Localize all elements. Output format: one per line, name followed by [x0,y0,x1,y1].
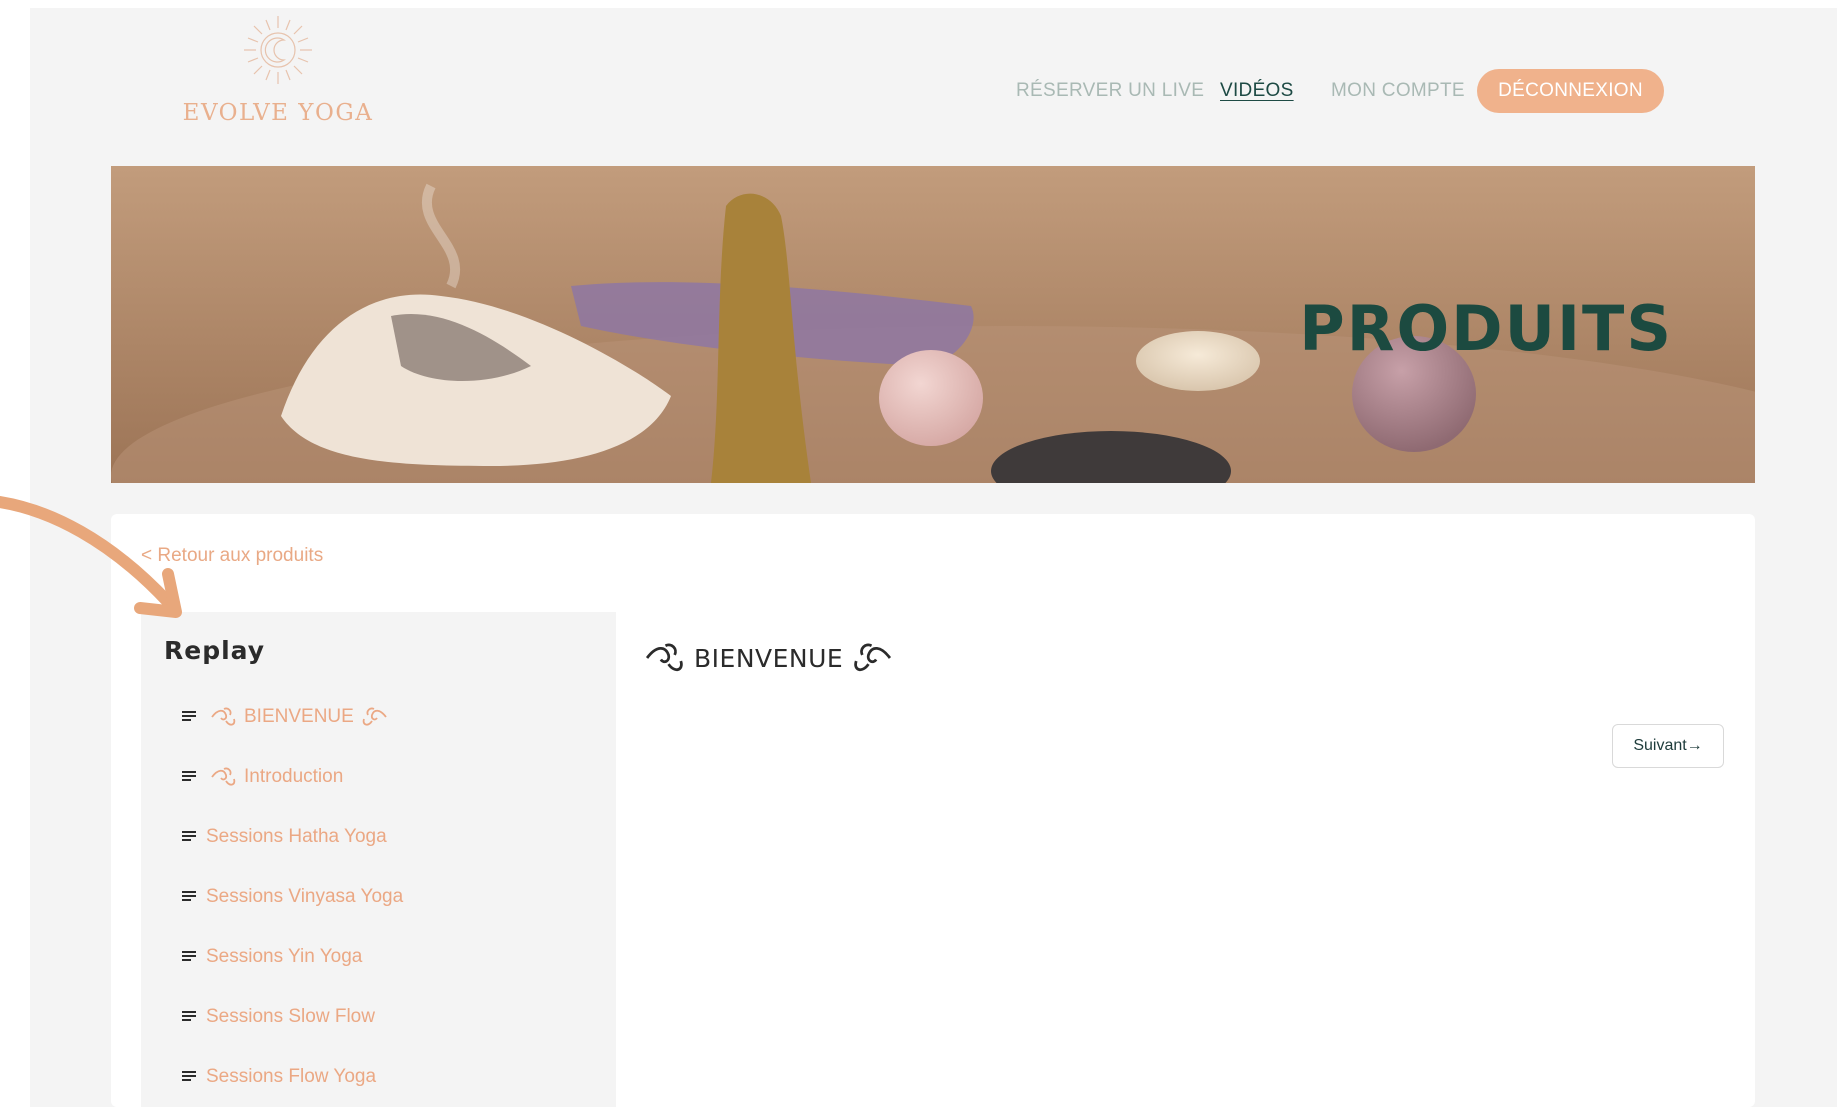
sidebar-item-label: Sessions Flow Yoga [206,1066,377,1087]
swirl-icon [854,643,892,672]
lesson-lines-icon [182,1011,196,1021]
sidebar-item-label: Sessions Hatha Yoga [206,826,387,847]
logout-button[interactable]: DÉCONNEXION [1477,69,1664,113]
lesson-heading-text: BIENVENUE [694,643,844,673]
lesson-lines-icon [182,711,196,721]
nav-reserver-live[interactable]: RÉSERVER UN LIVE [1016,80,1204,102]
next-button[interactable]: Suivant→ [1612,724,1724,768]
hero-banner: PRODUITS [111,166,1755,483]
swirl-icon [645,643,683,672]
moon-sun-icon [244,16,312,84]
sidebar-item-label: Introduction [244,766,344,787]
sidebar-title: Replay [164,636,266,665]
sidebar-item-label: Sessions Slow Flow [206,1006,375,1027]
nav-mon-compte[interactable]: MON COMPTE [1331,80,1465,102]
sidebar-item-vinyasa[interactable]: Sessions Vinyasa Yoga [182,882,403,912]
sidebar-item-introduction[interactable]: Introduction [182,762,343,792]
lesson-lines-icon [182,951,196,961]
brand-name: EVOLVE YOGA [182,100,374,126]
course-sidebar [141,612,616,1107]
sidebar-item-label: BIENVENUE [244,706,354,727]
annotation-arrow-icon [0,496,182,618]
sidebar-item-hatha[interactable]: Sessions Hatha Yoga [182,822,387,852]
swirl-icon [211,767,236,786]
lesson-lines-icon [182,1071,196,1081]
brand-logo[interactable]: EVOLVE YOGA [168,12,388,132]
sidebar-item-label: Sessions Yin Yoga [206,946,363,967]
sidebar-item-flow-yoga[interactable]: Sessions Flow Yoga [182,1062,376,1092]
lesson-heading: BIENVENUE [640,638,897,678]
sidebar-item-bienvenue[interactable]: BIENVENUE [182,702,392,732]
sidebar-item-label: Sessions Vinyasa Yoga [206,886,404,907]
swirl-icon [362,707,387,726]
banner-title: PRODUITS [1299,292,1673,365]
nav-videos[interactable]: VIDÉOS [1220,80,1294,102]
lesson-lines-icon [182,831,196,841]
lesson-lines-icon [182,771,196,781]
sidebar-item-yin[interactable]: Sessions Yin Yoga [182,942,362,972]
lesson-lines-icon [182,891,196,901]
swirl-icon [211,707,236,726]
sidebar-item-slow-flow[interactable]: Sessions Slow Flow [182,1002,375,1032]
